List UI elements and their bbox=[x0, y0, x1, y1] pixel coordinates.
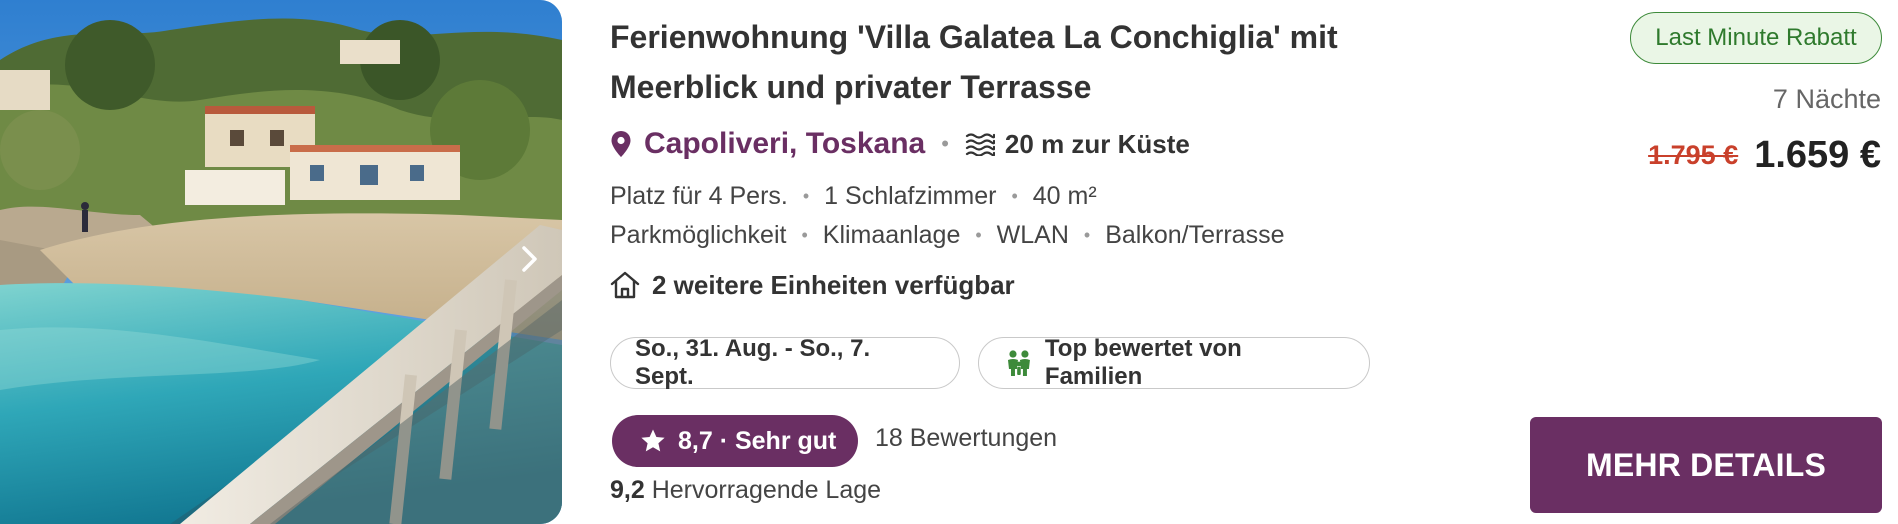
family-rated-chip: Top bewertet von Familien bbox=[978, 335, 1370, 390]
location-text: Capoliveri, Toskana bbox=[644, 127, 926, 160]
amenity-ac: Klimaanlage bbox=[822, 220, 961, 249]
amenity-parking: Parkmöglichkeit bbox=[610, 220, 787, 249]
star-icon bbox=[641, 429, 665, 452]
amenity-wifi: WLAN bbox=[996, 220, 1069, 249]
facts-row: Platz für 4 Pers. • 1 Schlafzimmer • 40 … bbox=[610, 177, 1097, 215]
old-price: 1.795 € bbox=[1648, 139, 1739, 170]
house-icon bbox=[610, 271, 640, 299]
separator-dot: • bbox=[1011, 185, 1018, 206]
more-details-label: MEHR DETAILS bbox=[1585, 446, 1827, 483]
last-minute-text: Last Minute Rabatt bbox=[1655, 24, 1857, 51]
beach-photo-illustration bbox=[0, 0, 562, 524]
dates-chip[interactable]: So., 31. Aug. - So., 7. Sept. bbox=[610, 335, 960, 390]
amenities-row: Parkmöglichkeit • Klimaanlage • WLAN • B… bbox=[610, 216, 1284, 254]
listing-card: Ferienwohnung 'Villa Galatea La Conchigl… bbox=[0, 0, 1898, 524]
gallery-next-button[interactable] bbox=[519, 244, 559, 284]
listing-title-line-2: Meerblick und privater Terrasse bbox=[610, 69, 1092, 105]
listing-title[interactable]: Ferienwohnung 'Villa Galatea La Conchigl… bbox=[610, 12, 1410, 112]
location-row: Capoliveri, Toskana • 20 m zur Küste bbox=[610, 122, 1190, 166]
rating-text: 8,7 · Sehr gut bbox=[678, 426, 837, 455]
separator-dot: • bbox=[801, 224, 808, 245]
more-units-text: 2 weitere Einheiten verfügbar bbox=[652, 269, 1015, 300]
dates-text: So., 31. Aug. - So., 7. Sept. bbox=[635, 335, 871, 390]
location-score-label: Hervorragende Lage bbox=[651, 476, 882, 504]
fact-guests: Platz für 4 Pers. bbox=[610, 181, 788, 210]
distance-to-coast: 20 m zur Küste bbox=[1004, 128, 1190, 159]
separator-dot: • bbox=[941, 131, 949, 156]
family-icon bbox=[1007, 350, 1030, 376]
separator-dot: • bbox=[802, 185, 810, 206]
reviews-count-link[interactable]: 18 Bewertungen bbox=[875, 424, 1057, 453]
fact-size: 40 m² bbox=[1032, 181, 1097, 210]
listing-title-line-1: Ferienwohnung 'Villa Galatea La Conchigl… bbox=[610, 19, 1338, 55]
family-rated-text: Top bewertet von Familien bbox=[1044, 335, 1242, 390]
more-units-link[interactable]: 2 weitere Einheiten verfügbar bbox=[610, 265, 1015, 305]
location-score-value: 9,2 bbox=[610, 476, 645, 504]
location-link[interactable]: Capoliveri, Toskana bbox=[610, 127, 925, 161]
chevron-right-icon bbox=[522, 246, 537, 272]
new-price: 1.659 € bbox=[1754, 133, 1881, 176]
rating-badge[interactable]: 8,7 · Sehr gut bbox=[612, 415, 858, 467]
last-minute-badge: Last Minute Rabatt bbox=[1630, 12, 1882, 64]
fact-bedrooms: 1 Schlafzimmer bbox=[824, 181, 997, 210]
separator-dot: • bbox=[1083, 224, 1091, 245]
more-details-button[interactable]: MEHR DETAILS bbox=[1530, 417, 1882, 513]
location-score: 9,2 Hervorragende Lage bbox=[610, 476, 881, 505]
waves-icon bbox=[965, 133, 995, 156]
listing-photo[interactable] bbox=[0, 0, 562, 524]
map-pin-icon bbox=[611, 131, 631, 157]
price-row: 1.795 € 1.659 € bbox=[1648, 128, 1881, 182]
nights-label: 7 Nächte bbox=[1772, 84, 1881, 114]
separator-dot: • bbox=[975, 224, 982, 245]
amenity-balcony: Balkon/Terrasse bbox=[1105, 220, 1285, 249]
